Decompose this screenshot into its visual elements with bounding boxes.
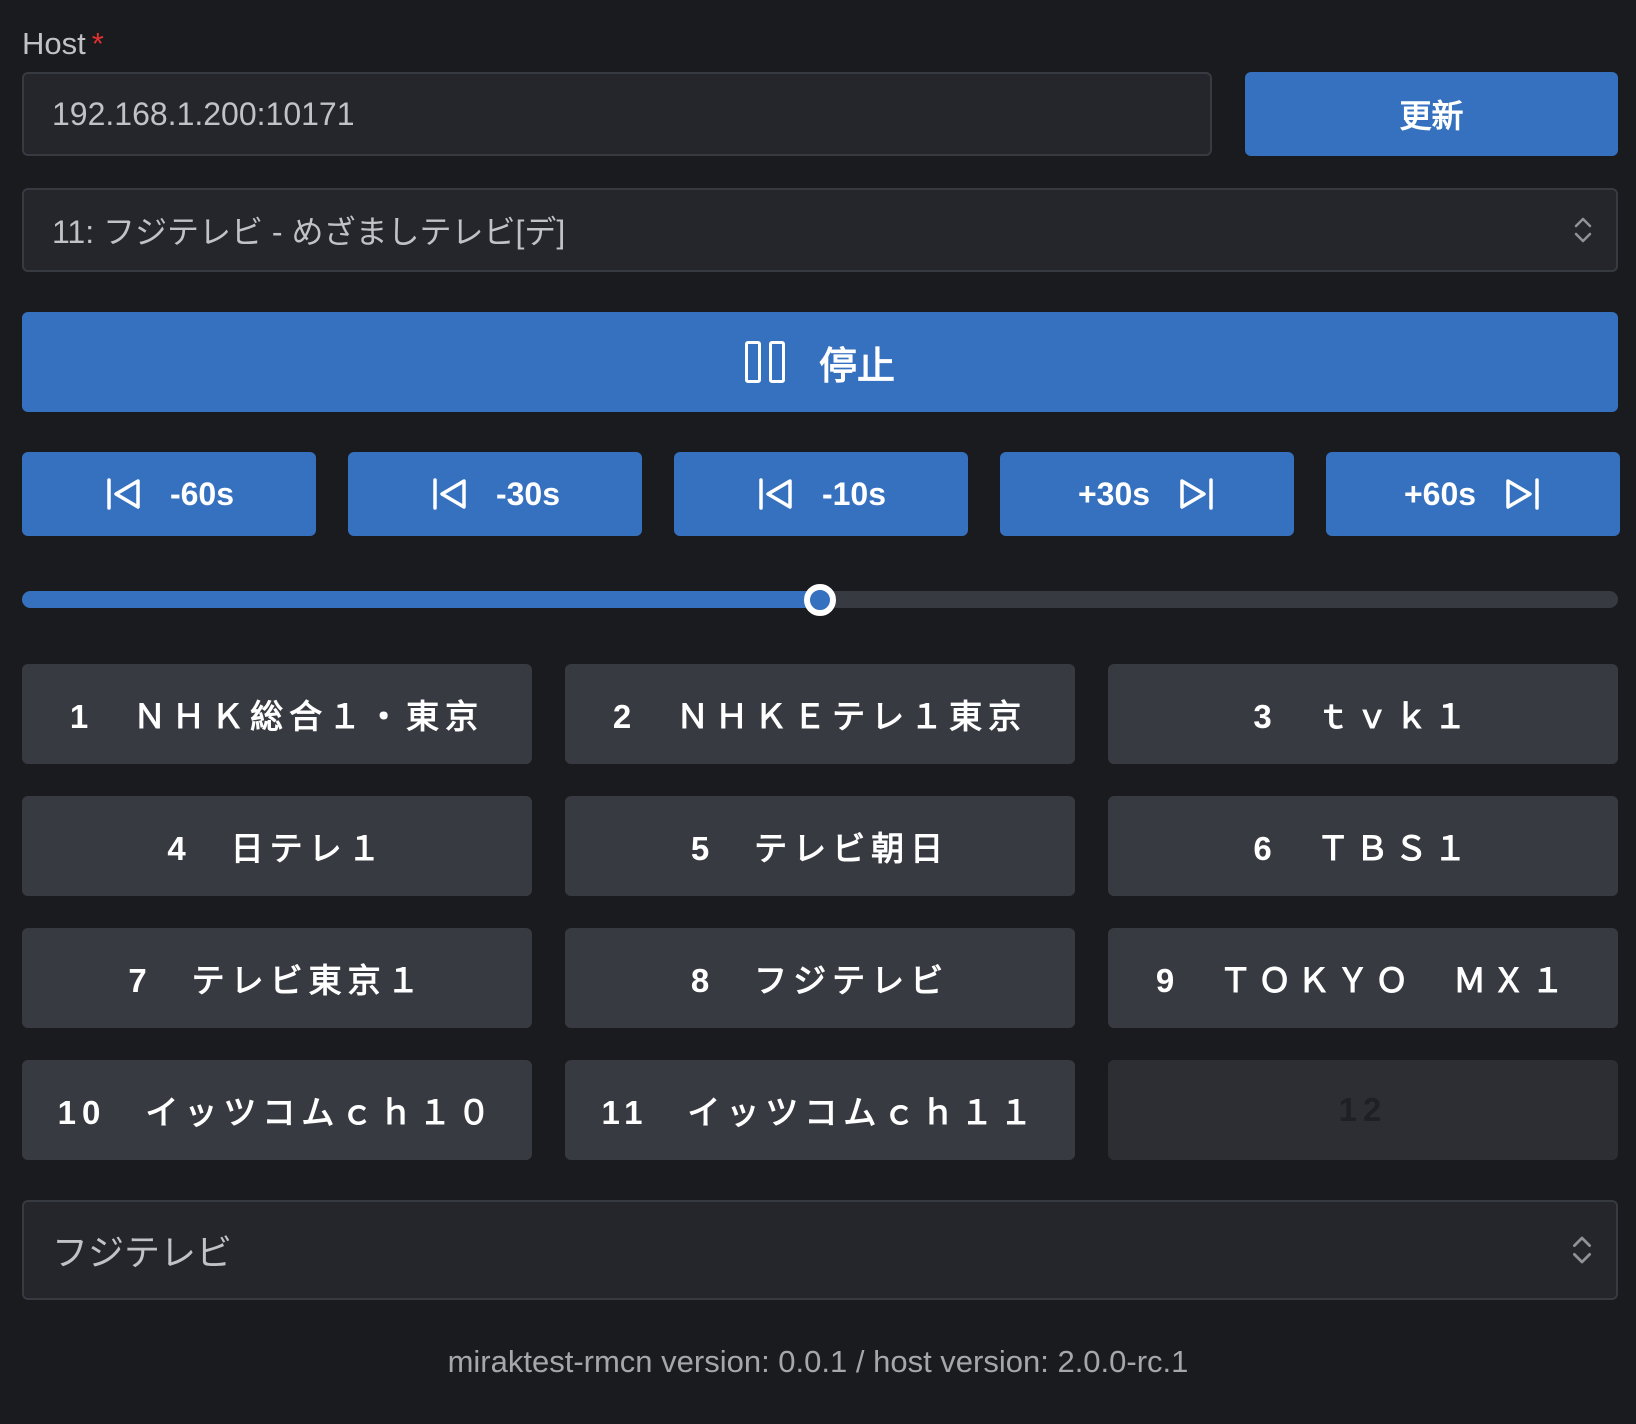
seek-back-10-button[interactable]: -10s: [674, 452, 968, 536]
channel-label: 8 フジテレビ: [690, 962, 950, 999]
program-select[interactable]: 11: フジテレビ - めざましテレビ[デ]: [22, 188, 1618, 272]
seek-back-60-button[interactable]: -60s: [22, 452, 316, 536]
seek-slider[interactable]: [22, 583, 1618, 616]
channel-button-6[interactable]: 6 ＴＢＳ１: [1108, 796, 1618, 896]
seek-back-30-label: -30s: [495, 475, 561, 512]
seek-forward-30-button[interactable]: +30s: [1000, 452, 1294, 536]
chevron-up-down-icon: [1574, 217, 1592, 243]
channel-button-9[interactable]: 9 ＴＯＫＹＯ ＭＸ１: [1108, 928, 1618, 1028]
chevron-up-down-icon: [1573, 1236, 1591, 1264]
stop-button-label: 停止: [818, 345, 895, 388]
update-button-label: 更新: [1399, 98, 1464, 134]
seek-forward-60-label: +60s: [1403, 475, 1477, 512]
seek-back-10-label: -10s: [821, 475, 887, 512]
channel-button-1[interactable]: 1 ＮＨＫ総合１・東京: [22, 664, 532, 764]
channel-label: 5 テレビ朝日: [690, 830, 950, 867]
seek-forward-60-button[interactable]: +60s: [1326, 452, 1620, 536]
skip-back-icon: [759, 478, 792, 510]
skip-forward-icon: [1506, 478, 1539, 510]
pause-icon: [744, 341, 785, 383]
channel-button-5[interactable]: 5 テレビ朝日: [565, 796, 1075, 896]
channel-label: 6 ＴＢＳ１: [1253, 830, 1473, 867]
host-input[interactable]: [22, 72, 1212, 156]
channel-label: 4 日テレ１: [167, 830, 387, 867]
channel-label: 2 ＮＨＫＥテレ１東京: [612, 698, 1028, 735]
channel-button-2[interactable]: 2 ＮＨＫＥテレ１東京: [565, 664, 1075, 764]
channel-button-11[interactable]: 11 イッツコムｃｈ１１: [565, 1060, 1075, 1160]
channel-label: 12: [1338, 1091, 1388, 1128]
seek-slider-thumb[interactable]: [804, 583, 836, 616]
seek-back-60-label: -60s: [169, 475, 235, 512]
seek-forward-30-label: +30s: [1077, 475, 1151, 512]
required-mark: *: [91, 26, 104, 61]
channel-button-8[interactable]: 8 フジテレビ: [565, 928, 1075, 1028]
channel-label: 1 ＮＨＫ総合１・東京: [69, 698, 485, 735]
version-footer: miraktest-rmcn version: 0.0.1 / host ver…: [447, 1344, 1189, 1379]
channel-label: 3 ｔｖｋ１: [1253, 698, 1473, 735]
skip-back-icon: [433, 478, 466, 510]
channel-button-4[interactable]: 4 日テレ１: [22, 796, 532, 896]
seek-slider-fill: [22, 591, 820, 608]
stop-button[interactable]: 停止: [22, 312, 1618, 412]
channel-label: 11 イッツコムｃｈ１１: [601, 1094, 1039, 1131]
host-label: Host *: [22, 26, 104, 62]
skip-forward-icon: [1180, 478, 1213, 510]
channel-button-3[interactable]: 3 ｔｖｋ１: [1108, 664, 1618, 764]
program-select-value: 11: フジテレビ - めざましテレビ[デ]: [52, 214, 566, 250]
station-select[interactable]: フジテレビ: [22, 1200, 1618, 1300]
channel-label: 10 イッツコムｃｈ１０: [57, 1094, 497, 1131]
seek-back-30-button[interactable]: -30s: [348, 452, 642, 536]
channel-button-7[interactable]: 7 テレビ東京１: [22, 928, 532, 1028]
station-select-value: フジテレビ: [52, 1232, 233, 1273]
channel-label: 7 テレビ東京１: [128, 962, 426, 999]
channel-button-10[interactable]: 10 イッツコムｃｈ１０: [22, 1060, 532, 1160]
update-button[interactable]: 更新: [1245, 72, 1618, 156]
channel-button-12: 12: [1108, 1060, 1618, 1160]
channel-label: 9 ＴＯＫＹＯ ＭＸ１: [1155, 962, 1571, 999]
host-label-text: Host: [22, 26, 86, 61]
skip-back-icon: [107, 478, 140, 510]
